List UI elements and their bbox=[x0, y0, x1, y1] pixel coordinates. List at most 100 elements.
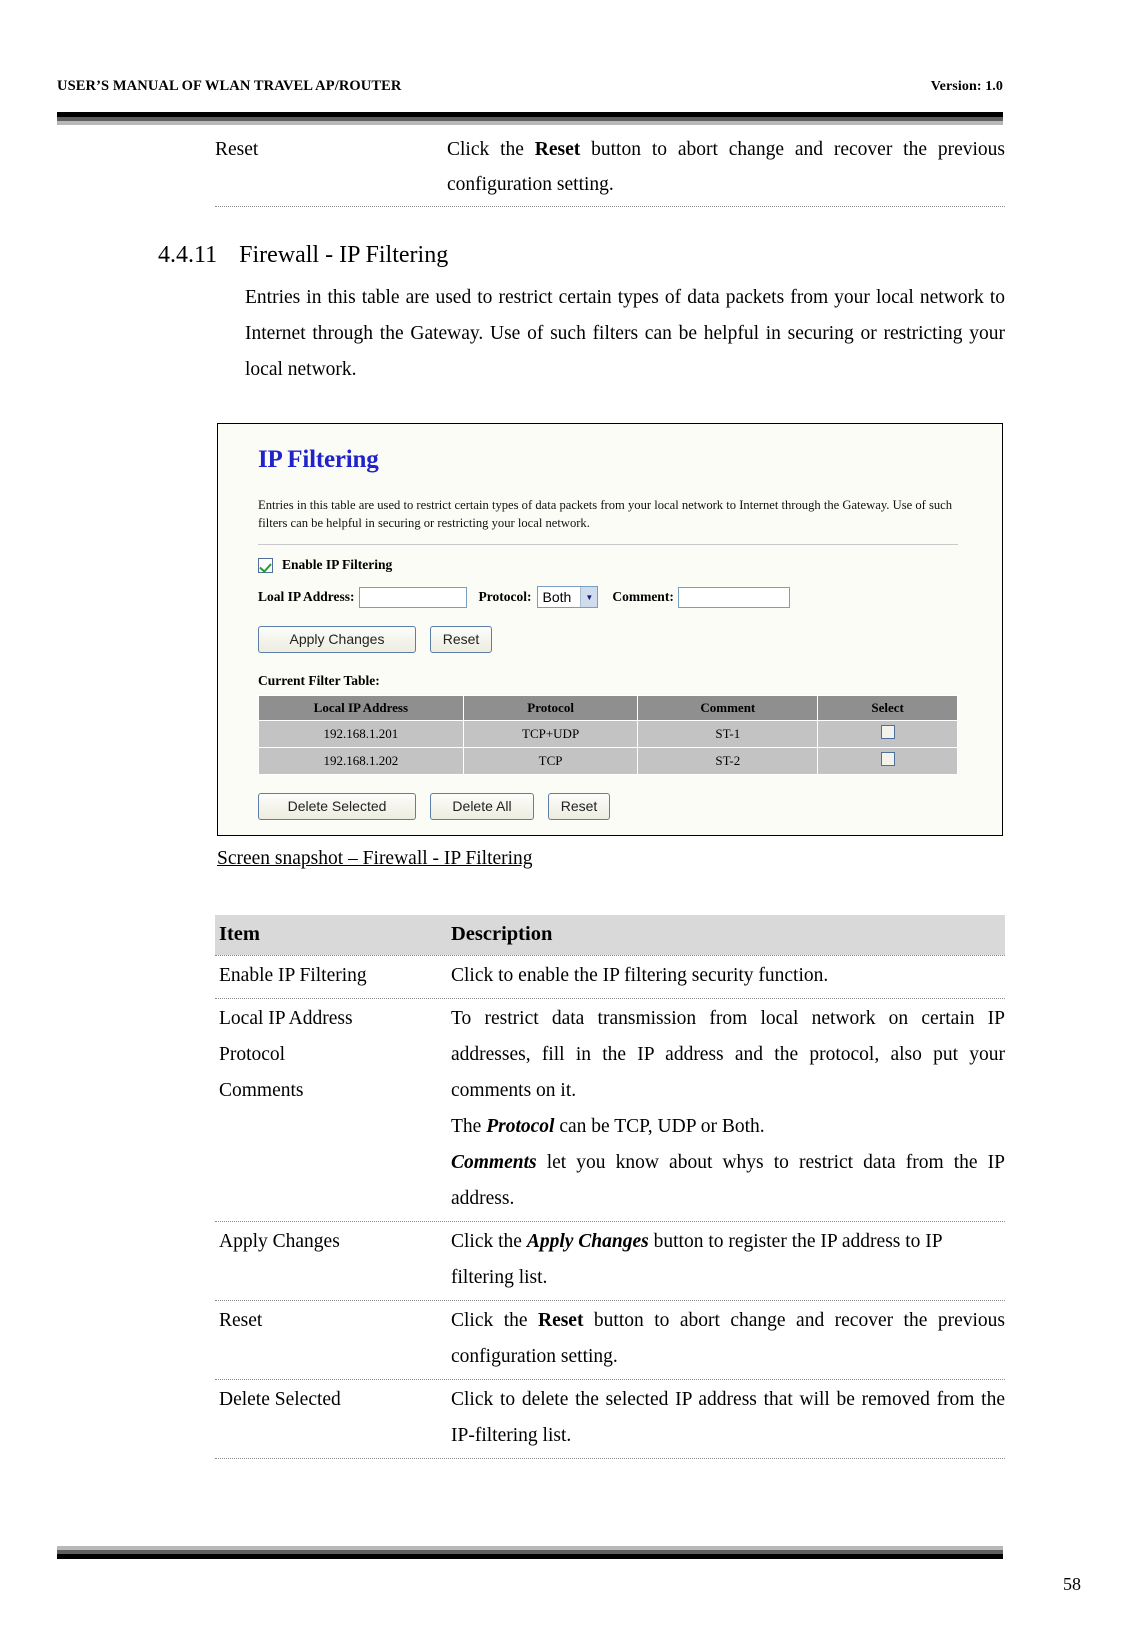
para-pre: Click the bbox=[451, 1231, 527, 1252]
cell-comment: ST-1 bbox=[637, 720, 819, 748]
header-manual-title: USER’S MANUAL OF WLAN TRAVEL AP/ROUTER bbox=[57, 78, 402, 94]
table-header-row: Item Description bbox=[215, 915, 1005, 955]
continuation-item-label: Reset bbox=[215, 139, 259, 160]
column-header-comment: Comment bbox=[637, 695, 819, 721]
table-row: Local IP Address Protocol Comments To re… bbox=[215, 998, 1005, 1221]
item-line: Enable IP Filtering bbox=[219, 965, 367, 986]
current-filter-table: Local IP Address Protocol Comment Select… bbox=[258, 695, 958, 775]
chevron-down-icon: ▼ bbox=[580, 587, 598, 607]
item-name: Delete Selected bbox=[219, 1382, 451, 1454]
para-bold-lead: Comments bbox=[451, 1152, 537, 1173]
item-name: Enable IP Filtering bbox=[219, 958, 451, 994]
table-row: 192.168.1.201 TCP+UDP ST-1 bbox=[258, 720, 958, 748]
cell-protocol: TCP bbox=[462, 747, 639, 775]
local-ip-address-input[interactable] bbox=[358, 586, 467, 608]
column-header-protocol: Protocol bbox=[462, 695, 639, 721]
desc-bold: Reset bbox=[534, 139, 581, 160]
description-paragraph: The Protocol can be TCP, UDP or Both. bbox=[451, 1109, 1005, 1145]
para-post: can be TCP, UDP or Both. bbox=[554, 1116, 765, 1137]
table-reset-button[interactable]: Reset bbox=[548, 793, 610, 820]
document-header: USER’S MANUAL OF WLAN TRAVEL AP/ROUTER V… bbox=[57, 78, 1003, 95]
section-heading: 4.4.11 Firewall - IP Filtering bbox=[158, 240, 448, 270]
column-header-description: Description bbox=[451, 923, 553, 945]
manual-page: USER’S MANUAL OF WLAN TRAVEL AP/ROUTER V… bbox=[0, 0, 1138, 1652]
row-select-checkbox[interactable] bbox=[880, 725, 895, 739]
description-paragraph: Comments let you know about whys to rest… bbox=[451, 1145, 1005, 1217]
column-header-item: Item bbox=[219, 923, 260, 945]
section-intro-paragraph: Entries in this table are used to restri… bbox=[245, 287, 1005, 380]
ip-filtering-page-title: IP Filtering bbox=[258, 446, 379, 473]
table-header-row: Local IP Address Protocol Comment Select bbox=[258, 695, 958, 721]
comment-label: Comment: bbox=[612, 589, 674, 604]
header-divider bbox=[57, 112, 1003, 125]
table-row: Apply Changes Click the Apply Changes bu… bbox=[215, 1221, 1005, 1300]
description-paragraph: Click the Reset button to abort change a… bbox=[451, 1303, 1005, 1375]
header-rule-light bbox=[57, 121, 1003, 125]
para-pre: Click the bbox=[451, 1310, 538, 1331]
item-name: Reset bbox=[219, 1303, 451, 1375]
reset-button[interactable]: Reset bbox=[430, 626, 492, 653]
item-description: Click to delete the selected IP address … bbox=[451, 1382, 1005, 1454]
cell-protocol: TCP+UDP bbox=[462, 720, 639, 748]
item-name: Apply Changes bbox=[219, 1224, 451, 1296]
item-line: Protocol bbox=[219, 1044, 286, 1065]
description-paragraph: Click to enable the IP filtering securit… bbox=[451, 965, 829, 986]
para-bold: Protocol bbox=[486, 1116, 555, 1137]
section-title: Firewall - IP Filtering bbox=[239, 242, 449, 268]
item-description: To restrict data transmission from local… bbox=[451, 1001, 1005, 1217]
table-row: Delete Selected Click to delete the sele… bbox=[215, 1379, 1005, 1459]
current-filter-table-label: Current Filter Table: bbox=[258, 673, 380, 688]
figure-caption: Screen snapshot – Firewall - IP Filterin… bbox=[217, 848, 533, 869]
apply-changes-button[interactable]: Apply Changes bbox=[258, 626, 416, 653]
description-table: Item Description Enable IP Filtering Cli… bbox=[215, 915, 1005, 1459]
snapshot-divider bbox=[258, 544, 958, 545]
table-row: Reset Click the Reset button to abort ch… bbox=[215, 132, 1005, 207]
continuation-item-description: Click the Reset button to abort change a… bbox=[447, 132, 1005, 202]
para-bold: Apply Changes bbox=[526, 1231, 649, 1252]
screen-snapshot-image: IP Filtering Entries in this table are u… bbox=[217, 423, 1003, 836]
item-description: Click to enable the IP filtering securit… bbox=[451, 958, 1005, 994]
page-number: 58 bbox=[1063, 1574, 1081, 1594]
desc-pre: Click the bbox=[447, 139, 535, 160]
protocol-selected-value: Both bbox=[542, 589, 572, 605]
delete-all-button[interactable]: Delete All bbox=[430, 793, 534, 820]
delete-selected-button[interactable]: Delete Selected bbox=[258, 793, 416, 820]
protocol-select[interactable]: Both ▼ bbox=[536, 586, 599, 608]
section-number: 4.4.11 bbox=[158, 242, 218, 268]
enable-ip-filtering-checkbox[interactable] bbox=[258, 557, 273, 573]
ip-filtering-page-description: Entries in this table are used to restri… bbox=[258, 498, 953, 530]
cell-comment: ST-2 bbox=[637, 747, 819, 775]
table-row: 192.168.1.202 TCP ST-2 bbox=[258, 747, 958, 775]
item-line: Reset bbox=[219, 1310, 263, 1331]
item-line: Comments bbox=[219, 1080, 304, 1101]
continuation-table: Reset Click the Reset button to abort ch… bbox=[215, 132, 1005, 207]
cell-local-ip: 192.168.1.201 bbox=[258, 720, 464, 748]
item-line: Local IP Address bbox=[219, 1008, 353, 1029]
header-version: Version: 1.0 bbox=[930, 79, 1003, 94]
item-description: Click the Apply Changes button to regist… bbox=[451, 1224, 1005, 1296]
comment-input[interactable] bbox=[677, 586, 790, 608]
cell-select[interactable] bbox=[817, 747, 958, 775]
local-ip-address-label: Loal IP Address: bbox=[258, 589, 355, 604]
filter-entry-form: Loal IP Address: Protocol: Both ▼ Commen… bbox=[258, 586, 980, 608]
table-row: Enable IP Filtering Click to enable the … bbox=[215, 955, 1005, 998]
enable-ip-filtering-row[interactable]: Enable IP Filtering bbox=[258, 557, 980, 573]
form-button-row: Apply Changes Reset bbox=[258, 626, 980, 653]
item-line: Apply Changes bbox=[219, 1231, 340, 1252]
description-paragraph: Click to delete the selected IP address … bbox=[451, 1389, 1005, 1446]
protocol-label: Protocol: bbox=[478, 589, 532, 604]
para-pre: The bbox=[451, 1116, 487, 1137]
item-description: Click the Reset button to abort change a… bbox=[451, 1303, 1005, 1375]
row-select-checkbox[interactable] bbox=[880, 752, 895, 766]
cell-select[interactable] bbox=[817, 720, 958, 748]
table-row: Reset Click the Reset button to abort ch… bbox=[215, 1300, 1005, 1379]
para-bold: Reset bbox=[537, 1310, 584, 1331]
column-header-local-ip: Local IP Address bbox=[258, 695, 464, 721]
column-header-select: Select bbox=[817, 695, 958, 721]
footer-divider bbox=[57, 1546, 1003, 1559]
item-name: Local IP Address Protocol Comments bbox=[219, 1001, 451, 1217]
description-paragraph: To restrict data transmission from local… bbox=[451, 1008, 1005, 1101]
description-paragraph: Click the Apply Changes button to regist… bbox=[451, 1224, 1005, 1296]
table-button-row: Delete Selected Delete All Reset bbox=[258, 793, 980, 820]
item-line: Delete Selected bbox=[219, 1389, 341, 1410]
